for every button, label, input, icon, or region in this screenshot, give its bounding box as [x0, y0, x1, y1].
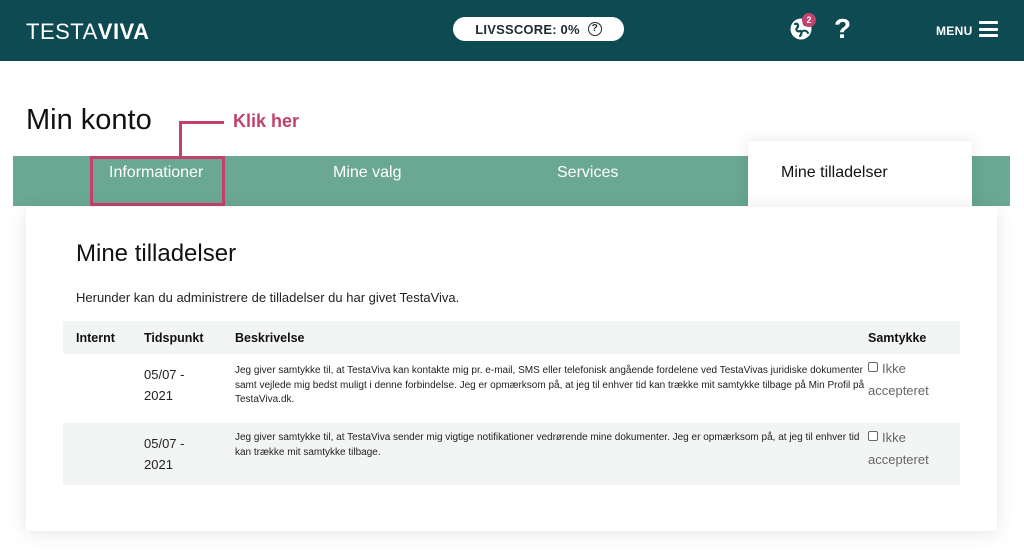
question-circle-icon: ?: [587, 22, 602, 36]
row-description: Jeg giver samtykke til, at TestaViva kan…: [235, 365, 865, 405]
section-title: Mine tilladelser: [76, 240, 237, 267]
consent-checkbox[interactable]: [868, 431, 878, 441]
consent-checkbox[interactable]: [868, 362, 878, 372]
section-intro: Herunder kan du administrere de tilladel…: [76, 290, 460, 305]
row-description: Jeg giver samtykke til, at TestaViva sen…: [235, 432, 860, 458]
notification-count-badge: 2: [802, 13, 816, 27]
table-row: 05/07 - 2021 Jeg giver samtykke til, at …: [63, 354, 960, 423]
column-header-samtykke: Samtykke: [868, 331, 927, 345]
annotation-highlight-box: [90, 156, 225, 206]
tab-mine-valg[interactable]: Mine valg: [333, 156, 401, 206]
column-header-internt: Internt: [76, 331, 115, 345]
livsscore-button[interactable]: LIVSSCORE: 0% ?: [453, 17, 624, 41]
testaviva-logo[interactable]: TESTAVIVA: [26, 19, 149, 45]
row-consent: Ikke accepteret: [868, 361, 929, 398]
row-date: 05/07 - 2021: [144, 436, 185, 472]
tab-services[interactable]: Services: [557, 156, 618, 206]
table-row: 05/07 - 2021 Jeg giver samtykke til, at …: [63, 423, 960, 485]
column-header-beskrivelse: Beskrivelse: [235, 331, 305, 345]
row-consent: Ikke accepteret: [868, 430, 929, 467]
column-header-tidspunkt: Tidspunkt: [144, 331, 204, 345]
permissions-panel: Mine tilladelser Herunder kan du adminis…: [26, 207, 997, 531]
annotation-connector-vertical: [179, 121, 182, 159]
logo-text-part1: TESTA: [26, 19, 98, 44]
tab-mine-tilladelser[interactable]: Mine tilladelser: [748, 141, 972, 207]
annotation-label: Klik her: [233, 111, 300, 131]
page-title: Min konto: [26, 104, 152, 136]
menu-label[interactable]: MENU: [936, 24, 973, 38]
annotation-connector-horizontal: [179, 121, 224, 124]
livsscore-label: LIVSSCORE: 0%: [475, 21, 580, 37]
row-date: 05/07 - 2021: [144, 367, 185, 403]
hamburger-menu-icon[interactable]: [979, 21, 998, 37]
logo-text-part2: VIVA: [97, 19, 150, 44]
help-icon[interactable]: ?: [834, 14, 851, 44]
